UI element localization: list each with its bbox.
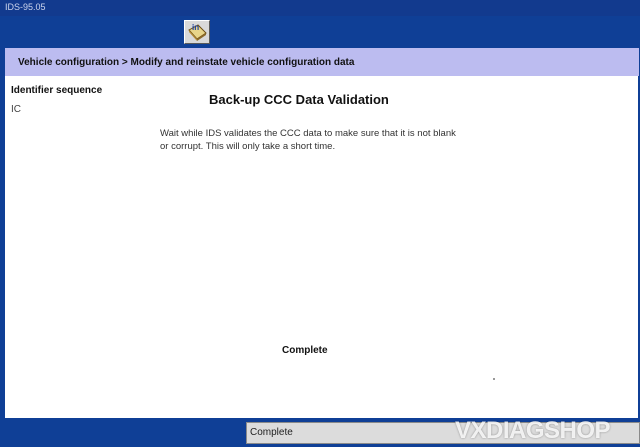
toolbar: in	[0, 16, 640, 47]
svg-text:in: in	[192, 23, 199, 32]
book-info-icon: in	[188, 23, 207, 41]
decorative-dot	[493, 378, 495, 380]
result-text: Complete	[282, 345, 328, 356]
breadcrumb-text: Vehicle configuration > Modify and reins…	[18, 57, 355, 68]
identifier-sequence-label: Identifier sequence	[11, 85, 103, 96]
content-panel: Identifier sequence IC Back-up CCC Data …	[5, 76, 638, 418]
page-title: Back-up CCC Data Validation	[209, 92, 389, 107]
identifier-sequence-value: IC	[11, 104, 21, 115]
info-tool-button[interactable]: in	[184, 20, 210, 44]
breadcrumb: Vehicle configuration > Modify and reins…	[5, 48, 639, 76]
window-title: IDS-95.05	[5, 2, 46, 12]
status-text: Complete	[250, 427, 293, 438]
instruction-message: Wait while IDS validates the CCC data to…	[160, 128, 456, 152]
watermark-logo: VXDIAGSHOP	[455, 417, 611, 444]
title-bar: IDS-95.05	[0, 0, 640, 16]
